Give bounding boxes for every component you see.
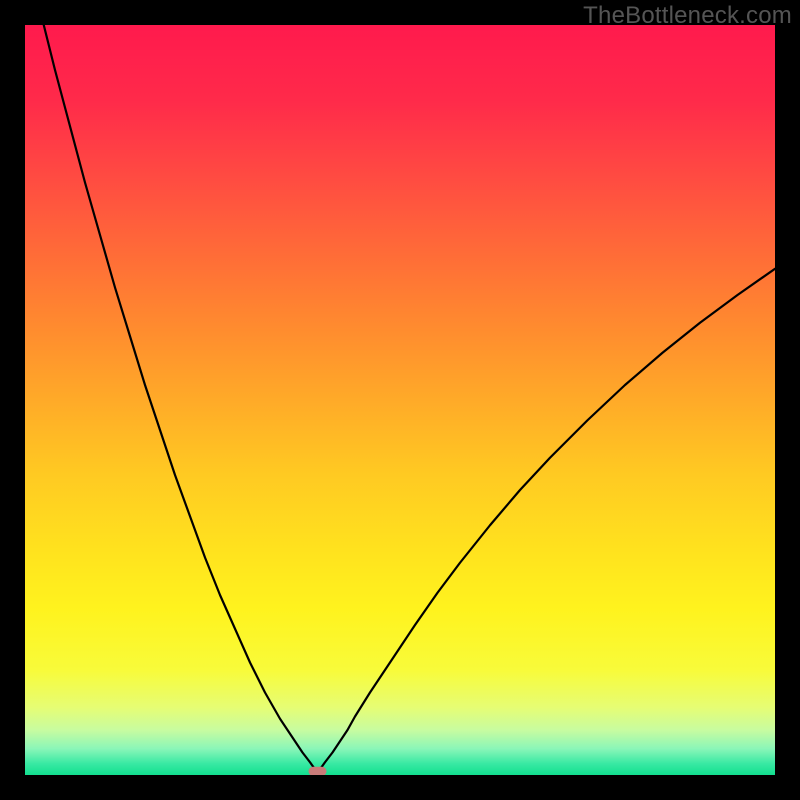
chart-svg (25, 25, 775, 775)
plot-area (25, 25, 775, 775)
chart-frame: TheBottleneck.com (0, 0, 800, 800)
gradient-background (25, 25, 775, 775)
watermark-label: TheBottleneck.com (583, 2, 792, 30)
minimum-marker (309, 767, 327, 775)
